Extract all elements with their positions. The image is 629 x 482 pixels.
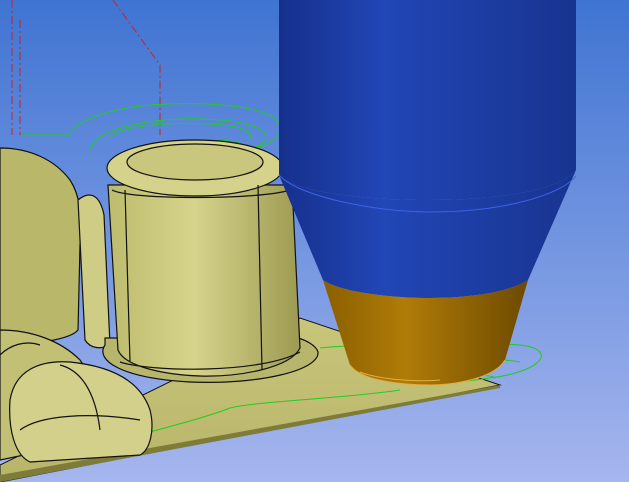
scene-canvas[interactable] — [0, 0, 629, 482]
tool-holder — [278, 0, 577, 298]
cam-3d-viewport[interactable] — [0, 0, 629, 482]
